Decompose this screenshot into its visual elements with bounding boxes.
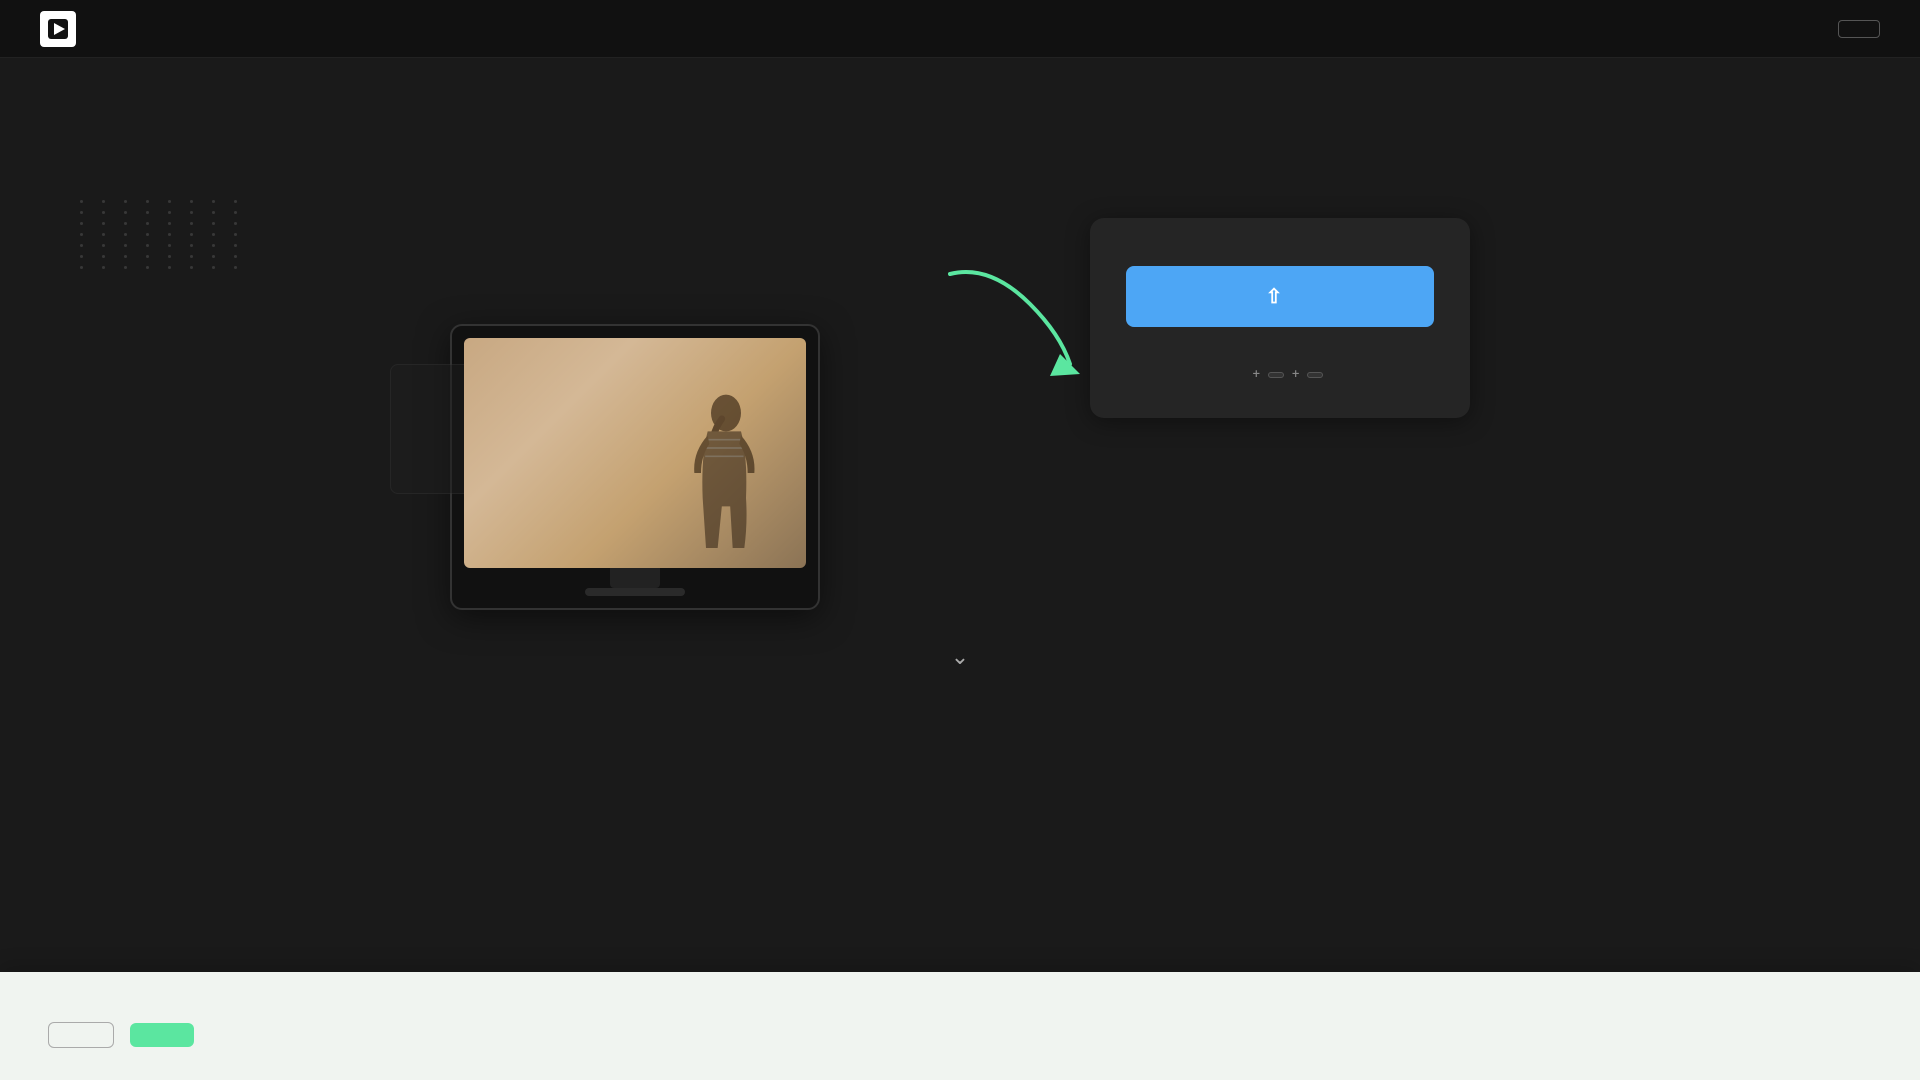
monitor-stand xyxy=(610,568,660,588)
monitor-display xyxy=(450,324,820,610)
accept-all-button[interactable] xyxy=(130,1023,194,1047)
upload-icon: ⇧ xyxy=(1266,284,1283,309)
cookie-buttons xyxy=(48,1022,948,1048)
cookie-banner xyxy=(0,972,1920,1080)
hero-title xyxy=(450,208,1010,287)
logo-icon xyxy=(40,11,76,47)
cookie-content xyxy=(48,1022,948,1048)
hero-right: ⇧ + + xyxy=(1090,208,1470,438)
chevron-down-icon: ⌄ xyxy=(951,645,969,670)
hero-left: const dotsContainer = document.querySele… xyxy=(450,208,1010,609)
login-signup-button[interactable] xyxy=(1838,20,1880,38)
reject-all-button[interactable] xyxy=(48,1022,114,1048)
arrow-decoration xyxy=(930,264,1090,384)
monitor-wrapper xyxy=(450,324,1010,610)
paste-row: + + xyxy=(1237,367,1324,382)
hero-section: const dotsContainer = document.querySele… xyxy=(0,0,1920,740)
upload-card: ⇧ + + xyxy=(1090,218,1470,418)
navbar xyxy=(0,0,1920,58)
monitor-base xyxy=(585,588,685,596)
upload-clip-button[interactable]: ⇧ xyxy=(1126,266,1434,327)
person-silhouette-icon xyxy=(676,378,776,568)
v-key xyxy=(1307,372,1323,378)
hero-content: const dotsContainer = document.querySele… xyxy=(360,148,1560,649)
ctrl-key xyxy=(1268,372,1284,378)
monitor-screen xyxy=(464,338,806,568)
learn-more-section[interactable]: ⌄ xyxy=(951,615,969,710)
logo[interactable] xyxy=(40,11,86,47)
plus-sign: + xyxy=(1253,367,1260,382)
plus-sign-2: + xyxy=(1292,367,1299,382)
dots-decoration: const dotsContainer = document.querySele… xyxy=(80,200,248,269)
monitor-image xyxy=(464,338,806,568)
